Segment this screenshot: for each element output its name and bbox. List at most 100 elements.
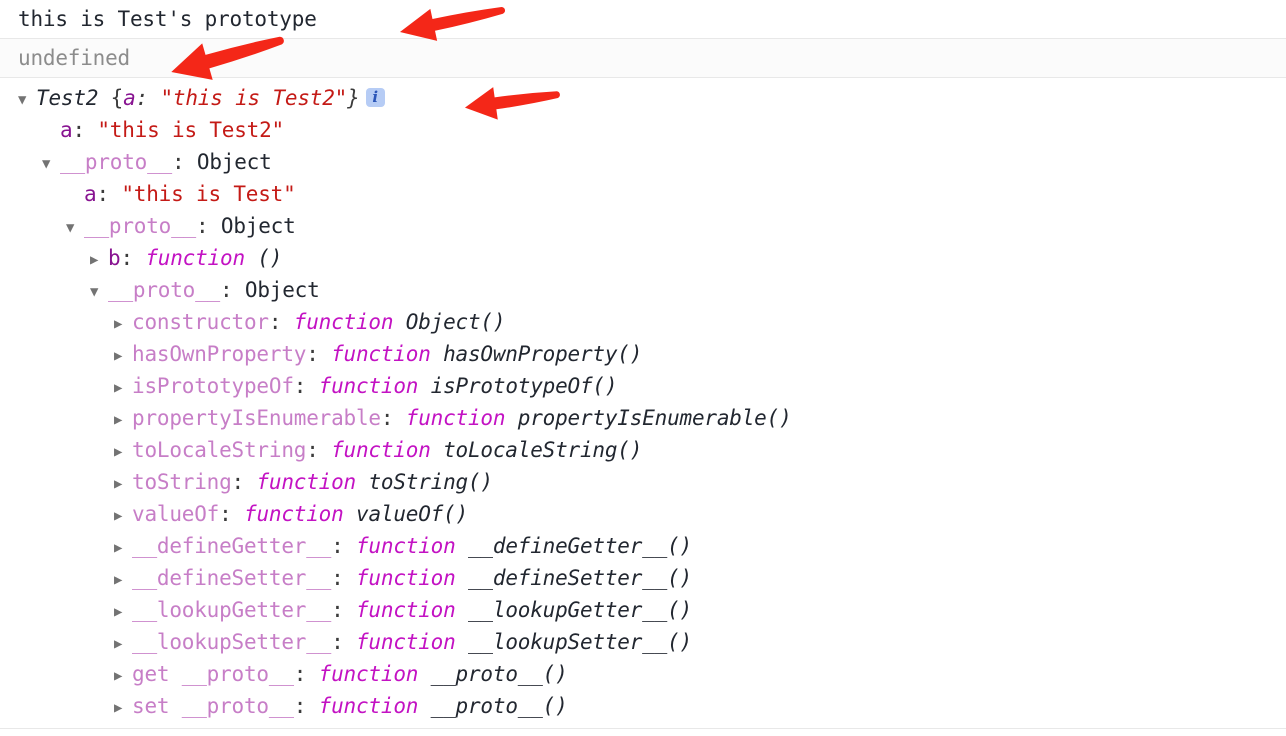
object-preview-value: "this is Test2" xyxy=(160,86,348,110)
disclosure-triangle-closed-icon[interactable]: ▶ xyxy=(114,564,132,596)
disclosure-triangle-closed-icon[interactable]: ▶ xyxy=(90,244,108,276)
disclosure-triangle-closed-icon[interactable]: ▶ xyxy=(114,468,132,500)
disclosure-triangle-open-icon[interactable]: ▼ xyxy=(42,148,60,180)
info-badge-icon[interactable]: i xyxy=(365,88,385,107)
function-keyword: function xyxy=(331,438,431,462)
property-colon: : xyxy=(231,470,257,494)
object-tree-row[interactable]: ▼ __proto__: Object xyxy=(0,210,1286,242)
object-tree-row[interactable]: a: "this is Test" xyxy=(0,178,1286,210)
function-keyword: function xyxy=(318,374,419,398)
disclosure-triangle-closed-icon[interactable]: ▶ xyxy=(114,404,132,436)
disclosure-triangle-open-icon[interactable]: ▼ xyxy=(66,212,84,244)
property-colon: : xyxy=(268,310,294,334)
property-key: __lookupSetter__ xyxy=(132,630,332,654)
disclosure-triangle-closed-icon[interactable]: ▶ xyxy=(114,596,132,628)
disclosure-triangle-closed-icon[interactable]: ▶ xyxy=(114,532,132,564)
disclosure-triangle-closed-icon[interactable]: ▶ xyxy=(114,308,132,340)
function-signature: valueOf() xyxy=(356,502,468,526)
disclosure-triangle-open-icon[interactable]: ▼ xyxy=(18,84,36,116)
object-inspector-tree: ▼ Test2 {a: "this is Test2"} i a: "this is… xyxy=(0,78,1286,722)
disclosure-triangle-closed-icon[interactable]: ▶ xyxy=(114,692,132,724)
function-signature: isPrototypeOf() xyxy=(430,374,618,398)
object-tree-row[interactable]: ▶ __lookupGetter__: function __lookupGett… xyxy=(0,594,1286,626)
property-key: b xyxy=(108,246,121,270)
function-signature: __defineSetter__() xyxy=(467,566,692,590)
object-class-name: Test2 xyxy=(36,86,99,110)
object-tree-row[interactable]: ▶ toLocaleString: function toLocaleString… xyxy=(0,434,1286,466)
function-space xyxy=(456,630,468,654)
function-keyword: function xyxy=(244,502,344,526)
object-tree-row[interactable]: ▼ __proto__: Object xyxy=(0,274,1286,306)
property-colon: : xyxy=(331,534,356,558)
object-tree-row[interactable]: ▶ b: function () xyxy=(0,242,1286,274)
function-space xyxy=(456,598,468,622)
function-keyword: function xyxy=(355,598,456,622)
function-signature: __proto__() xyxy=(430,662,568,686)
property-key: set __proto__ xyxy=(132,694,294,718)
function-keyword: function xyxy=(318,662,419,686)
function-space xyxy=(245,246,257,270)
function-keyword: function xyxy=(318,694,419,718)
property-key: constructor xyxy=(132,310,269,334)
property-key: __defineGetter__ xyxy=(132,534,332,558)
function-space xyxy=(344,502,356,526)
object-tree-row[interactable]: ▶ __defineSetter__: function __defineSett… xyxy=(0,562,1286,594)
property-colon: : xyxy=(293,662,319,686)
function-signature: toLocaleString() xyxy=(443,438,643,462)
object-tree-row[interactable]: ▶ __defineGetter__: function __defineGett… xyxy=(0,530,1286,562)
object-tree-row[interactable]: ▶ constructor: function Object() xyxy=(0,306,1286,338)
property-key: hasOwnProperty xyxy=(132,342,307,366)
function-keyword: function xyxy=(331,342,431,366)
function-signature: propertyIsEnumerable() xyxy=(517,406,792,430)
object-tree-row[interactable]: a: "this is Test2" xyxy=(0,114,1286,146)
disclosure-triangle-closed-icon[interactable]: ▶ xyxy=(114,660,132,692)
disclosure-triangle-closed-icon[interactable]: ▶ xyxy=(114,436,132,468)
function-space xyxy=(456,534,468,558)
object-tree-row[interactable]: ▶ isPrototypeOf: function isPrototypeOf() xyxy=(0,370,1286,402)
object-tree-row[interactable]: ▶ toString: function toString() xyxy=(0,466,1286,498)
property-colon: : xyxy=(220,278,245,302)
object-preview-open-brace: { xyxy=(98,86,124,110)
property-key: valueOf xyxy=(132,502,220,526)
console-message-list: this is Test's prototype undefined xyxy=(0,0,1286,78)
disclosure-triangle-closed-icon[interactable]: ▶ xyxy=(114,372,132,404)
object-tree-row[interactable]: ▶ get __proto__: function __proto__() xyxy=(0,658,1286,690)
function-signature: __lookupGetter__() xyxy=(467,598,692,622)
object-tree-row[interactable]: ▶ __lookupSetter__: function __lookupSett… xyxy=(0,626,1286,658)
disclosure-triangle-open-icon[interactable]: ▼ xyxy=(90,276,108,308)
property-key: toString xyxy=(132,470,232,494)
property-key: __defineSetter__ xyxy=(132,566,332,590)
property-colon: : xyxy=(306,342,332,366)
function-space xyxy=(431,342,443,366)
property-colon: : xyxy=(306,438,332,462)
disclosure-triangle-closed-icon[interactable]: ▶ xyxy=(114,340,132,372)
property-key: a xyxy=(84,182,97,206)
object-tree-row[interactable]: ▶ valueOf: function valueOf() xyxy=(0,498,1286,530)
object-tree-row[interactable]: ▶ set __proto__: function __proto__() xyxy=(0,690,1286,722)
property-colon: : xyxy=(196,214,221,238)
function-keyword: function xyxy=(355,630,456,654)
property-colon: : xyxy=(331,566,356,590)
function-signature: hasOwnProperty() xyxy=(443,342,643,366)
property-key: propertyIsEnumerable xyxy=(132,406,381,430)
console-message-log: this is Test's prototype xyxy=(0,0,1286,39)
function-keyword: function xyxy=(293,310,394,334)
function-keyword: function xyxy=(405,406,506,430)
function-signature: __proto__() xyxy=(430,694,568,718)
object-tree-root-row[interactable]: ▼ Test2 {a: "this is Test2"} i xyxy=(0,82,1286,114)
console-message-undefined: undefined xyxy=(0,39,1286,78)
function-keyword: function xyxy=(355,534,456,558)
property-key: __lookupGetter__ xyxy=(132,598,332,622)
disclosure-triangle-closed-icon[interactable]: ▶ xyxy=(114,500,132,532)
object-tree-row[interactable]: ▼ __proto__: Object xyxy=(0,146,1286,178)
property-key: get __proto__ xyxy=(132,662,294,686)
function-signature: toString() xyxy=(368,470,493,494)
property-colon: : xyxy=(293,374,319,398)
function-keyword: function xyxy=(145,246,245,270)
object-tree-row[interactable]: ▶ hasOwnProperty: function hasOwnProperty… xyxy=(0,338,1286,370)
function-space xyxy=(505,406,517,430)
disclosure-triangle-closed-icon[interactable]: ▶ xyxy=(114,628,132,660)
function-space xyxy=(356,470,368,494)
object-tree-row[interactable]: ▶ propertyIsEnumerable: function property… xyxy=(0,402,1286,434)
